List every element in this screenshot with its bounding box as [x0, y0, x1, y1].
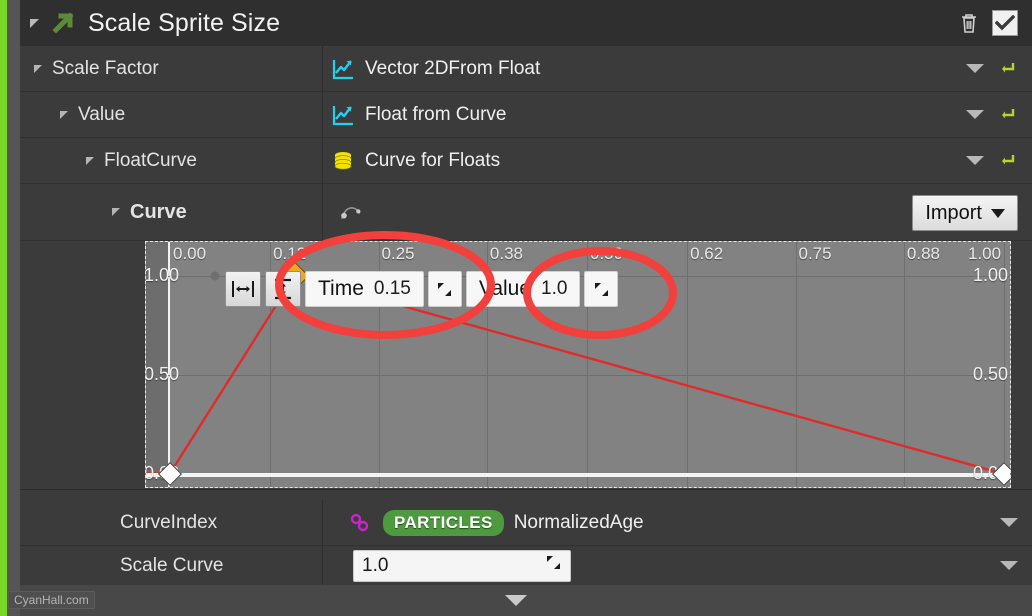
reset-icon[interactable]: [1000, 152, 1018, 170]
trash-icon[interactable]: [958, 11, 980, 35]
triangle-collapse-icon: [30, 18, 39, 28]
section-divider: [20, 489, 1032, 497]
graph-baseline: [146, 473, 1010, 477]
triangle-collapse-icon[interactable]: [86, 156, 94, 165]
import-label: Import: [925, 201, 982, 224]
graph-x-tick: 0.88: [906, 244, 940, 263]
row-label: Curve: [130, 200, 187, 223]
green-arrow-icon: [51, 11, 75, 35]
reset-icon[interactable]: [1000, 106, 1018, 124]
row-label: FloatCurve: [104, 149, 197, 171]
curve-chart-icon: [331, 103, 355, 127]
key-value-label: Value: [478, 277, 532, 300]
curve-editor-panel: Scale Sprite Size Scale Factor Vector 2D…: [0, 0, 1032, 616]
graph-x-tick: 0.62: [690, 244, 724, 263]
chevron-down-icon: [991, 208, 1005, 218]
key-value-field[interactable]: Value 1.0: [465, 271, 581, 307]
row-label: Scale Curve: [120, 554, 224, 576]
row-name-cell: Curve: [20, 184, 323, 241]
page-title: Scale Sprite Size: [88, 8, 281, 37]
chevron-down-icon[interactable]: [1000, 518, 1018, 527]
row-name-cell: CurveIndex: [20, 500, 323, 546]
row-controls: [1000, 561, 1032, 570]
property-row-value[interactable]: Value Float from Curve: [20, 92, 1032, 138]
row-name-cell: FloatCurve: [20, 138, 323, 184]
key-value-spinner[interactable]: [584, 271, 619, 307]
row-controls: [966, 152, 1032, 170]
particles-badge: PARTICLES: [383, 509, 504, 536]
module-expand-toggle[interactable]: [20, 18, 39, 28]
key-time-value: 0.15: [373, 278, 411, 299]
key-time-field[interactable]: Time 0.15: [305, 271, 424, 307]
watermark: CyanHall.com: [8, 591, 95, 609]
row-value-cell: Import: [323, 184, 1032, 241]
reset-icon[interactable]: [1000, 60, 1018, 78]
key-time-spinner[interactable]: [427, 271, 462, 307]
property-row-curveindex[interactable]: CurveIndex PARTICLES NormalizedAge: [20, 500, 1032, 546]
chevron-down-icon[interactable]: [966, 64, 984, 73]
key-editor-toolbar: Time 0.15 Value 1.0: [225, 271, 619, 307]
row-value: Float from Curve: [365, 103, 507, 125]
scale-curve-value: 1.0: [362, 554, 389, 576]
module-title-bar: Scale Sprite Size: [20, 0, 1032, 46]
property-row-scale-curve[interactable]: Scale Curve 1.0: [20, 543, 1032, 589]
graph-x-tick: 0.25: [381, 244, 415, 263]
graph-x-tick: 1.00: [968, 244, 1002, 263]
panel-gutter: [7, 0, 20, 616]
graph-x-tick: 0.50: [590, 244, 624, 263]
chevron-down-icon[interactable]: [966, 110, 984, 119]
row-value: Curve for Floats: [365, 149, 501, 171]
triangle-collapse-icon[interactable]: [112, 208, 120, 216]
graph-y-tick-left: 1.00: [146, 265, 180, 285]
key-value-value: 1.0: [541, 278, 568, 299]
drag-spinner-icon[interactable]: [545, 554, 562, 577]
row-value: NormalizedAge: [513, 511, 644, 533]
graph-x-tick: 0.38: [489, 244, 523, 263]
chevron-down-icon[interactable]: [1000, 561, 1018, 570]
row-controls: [966, 60, 1032, 78]
graph-hover-dot: [210, 271, 220, 281]
row-value-cell: PARTICLES NormalizedAge: [323, 500, 1032, 546]
row-value: Vector 2DFrom Float: [365, 57, 541, 79]
triangle-collapse-icon[interactable]: [60, 110, 68, 119]
module-enabled-checkbox[interactable]: [992, 10, 1018, 36]
title-actions: [958, 10, 1032, 36]
property-row-scale-factor[interactable]: Scale Factor Vector 2DFrom Float: [20, 46, 1032, 92]
property-row-curve[interactable]: Curve Import: [20, 184, 1032, 241]
row-name-cell: Scale Curve: [20, 543, 323, 589]
graph-x-tick: 0.12: [273, 244, 307, 263]
row-name-cell: Value: [20, 92, 323, 138]
import-button[interactable]: Import: [912, 195, 1018, 231]
row-value-cell: Vector 2DFrom Float: [323, 46, 1032, 92]
chevron-down-icon[interactable]: [505, 595, 527, 606]
fit-vertical-icon[interactable]: [265, 271, 301, 307]
graph-y-tick-right: 0.50: [972, 364, 1008, 384]
graph-x-tick: 0.75: [798, 244, 832, 263]
row-label: Scale Factor: [52, 57, 159, 79]
triangle-collapse-icon[interactable]: [34, 64, 42, 73]
fit-horizontal-icon[interactable]: [225, 271, 261, 307]
row-name-cell: Scale Factor: [20, 46, 323, 92]
link-chain-icon: [349, 511, 373, 535]
row-label: Value: [78, 103, 126, 125]
property-row-floatcurve[interactable]: FloatCurve Curve for Floats: [20, 138, 1032, 184]
panel-footer[interactable]: [20, 585, 1032, 616]
row-controls: [1000, 518, 1032, 527]
key-time-label: Time: [318, 277, 364, 300]
graph-y-tick-right: 1.00: [972, 265, 1008, 285]
row-value-cell: 1.0: [323, 543, 1032, 589]
row-value-cell: Float from Curve: [323, 92, 1032, 138]
row-label: CurveIndex: [120, 511, 218, 533]
graph-x-tick: 0.00: [173, 244, 207, 263]
scale-curve-input[interactable]: 1.0: [353, 549, 571, 582]
curve-chart-icon: [331, 57, 355, 81]
chevron-down-icon[interactable]: [966, 156, 984, 165]
graph-y-tick-left: 0.50: [146, 364, 180, 384]
database-stack-icon: [331, 149, 355, 173]
row-controls: [966, 106, 1032, 124]
curve-keys-icon: [339, 200, 363, 224]
row-value-cell: Curve for Floats: [323, 138, 1032, 184]
selection-accent-bar: [0, 0, 7, 616]
